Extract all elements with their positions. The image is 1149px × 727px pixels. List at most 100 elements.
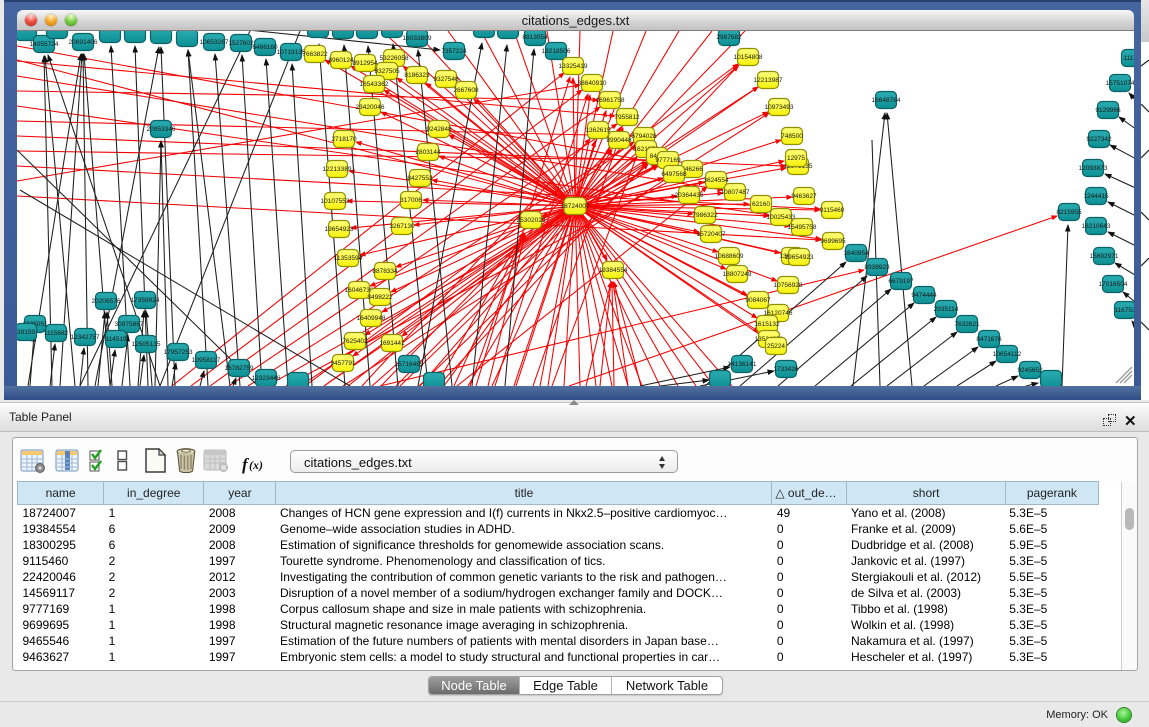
svg-text:8878334: 8878334	[372, 268, 398, 275]
svg-text:1691441: 1691441	[379, 340, 405, 347]
svg-text:9457791: 9457791	[330, 360, 356, 367]
svg-text:10756928: 10756928	[774, 282, 803, 289]
svg-text:10025433: 10025433	[767, 214, 796, 221]
svg-text:6497568: 6497568	[661, 171, 687, 178]
svg-text:12342757: 12342757	[71, 334, 100, 341]
svg-text:6794028: 6794028	[631, 133, 657, 140]
svg-text:3498222: 3498222	[367, 294, 393, 301]
svg-text:12975: 12975	[787, 155, 805, 162]
svg-text:14055724: 14055724	[30, 41, 59, 48]
svg-text:39159: 39159	[17, 329, 35, 336]
svg-text:10107553: 10107553	[321, 198, 350, 205]
svg-text:9227342: 9227342	[1086, 136, 1112, 143]
svg-text:1244415: 1244415	[1083, 193, 1109, 200]
svg-text:16782759: 16782759	[225, 365, 254, 372]
svg-text:14136141: 14136141	[728, 361, 757, 368]
svg-text:2718170: 2718170	[331, 136, 357, 143]
svg-text:8938923: 8938923	[864, 264, 890, 271]
svg-text:8427552: 8427552	[407, 175, 433, 182]
svg-text:1733426: 1733426	[773, 366, 799, 373]
svg-text:8990448: 8990448	[606, 137, 632, 144]
svg-text:116753: 116753	[1114, 307, 1134, 314]
svg-text:6679197: 6679197	[888, 278, 914, 285]
svg-text:62160: 62160	[752, 201, 770, 208]
svg-text:7625402: 7625402	[342, 338, 368, 345]
svg-text:10688609: 10688609	[715, 253, 744, 260]
svg-text:17016504: 17016504	[1099, 281, 1128, 288]
svg-text:12213389: 12213389	[323, 166, 352, 173]
svg-text:7663822: 7663822	[302, 51, 328, 58]
svg-text:7986322: 7986322	[692, 212, 718, 219]
svg-text:17957253: 17957253	[164, 349, 193, 356]
svg-text:1362615: 1362615	[585, 127, 611, 134]
svg-text:8912954: 8912954	[352, 60, 378, 67]
svg-text:15716485: 15716485	[395, 361, 424, 368]
svg-text:7632621: 7632621	[954, 321, 980, 328]
svg-text:20691406: 20691406	[69, 39, 98, 46]
svg-text:1115682: 1115682	[44, 330, 69, 337]
svg-text:9777169: 9777169	[655, 157, 681, 164]
svg-text:12213987: 12213987	[754, 77, 783, 84]
svg-text:7357224: 7357224	[441, 48, 467, 55]
svg-text:8813054: 8813054	[522, 34, 548, 41]
svg-text:9084067: 9084067	[745, 297, 771, 304]
svg-text:16543362: 16543362	[360, 81, 389, 88]
svg-text:9115460: 9115460	[820, 207, 845, 214]
svg-text:8471676: 8471676	[976, 336, 1002, 343]
svg-text:15692971: 15692971	[1090, 253, 1119, 260]
svg-text:15495758: 15495758	[788, 224, 817, 231]
svg-text:20206576: 20206576	[92, 298, 121, 305]
svg-text:114519: 114519	[105, 336, 127, 343]
svg-text:2935114: 2935114	[934, 306, 959, 313]
svg-text:8186323: 8186323	[404, 72, 430, 79]
svg-text:19654923: 19654923	[325, 226, 354, 233]
svg-text:2803144: 2803144	[415, 149, 441, 156]
svg-text:12323446: 12323446	[252, 375, 281, 382]
svg-text:16409948: 16409948	[357, 315, 386, 322]
svg-text:10154808: 10154808	[734, 54, 763, 61]
svg-text:10807487: 10807487	[721, 189, 750, 196]
svg-text:38640910: 38640910	[578, 80, 607, 87]
svg-text:19384554: 19384554	[599, 267, 628, 274]
svg-text:9699695: 9699695	[820, 238, 846, 245]
svg-text:1527602: 1527602	[228, 40, 254, 47]
svg-text:20953346: 20953346	[147, 126, 176, 133]
svg-text:15720407: 15720407	[697, 231, 726, 238]
svg-text:9463627: 9463627	[791, 193, 817, 200]
svg-text:25224: 25224	[767, 343, 785, 350]
svg-text:9129966: 9129966	[1095, 107, 1121, 114]
svg-text:2987682: 2987682	[716, 34, 742, 41]
svg-text:1640954: 1640954	[843, 250, 869, 257]
svg-text:(x): (x)	[249, 458, 263, 472]
svg-text:23420046: 23420046	[356, 104, 385, 111]
svg-text:10653267: 10653267	[200, 39, 229, 46]
svg-text:2667608: 2667608	[453, 87, 479, 94]
svg-text:10958117: 10958117	[192, 357, 221, 364]
svg-text:3624554: 3624554	[703, 177, 729, 184]
svg-text:13325419: 13325419	[559, 63, 588, 70]
svg-text:11175: 11175	[1123, 55, 1134, 62]
svg-text:17359924: 17359924	[131, 297, 160, 304]
svg-text:9327546: 9327546	[433, 76, 459, 83]
svg-text:9242848: 9242848	[426, 126, 452, 133]
svg-text:12505135: 12505135	[132, 341, 161, 348]
svg-text:19654923: 19654923	[785, 254, 814, 261]
svg-text:8960124: 8960124	[328, 57, 354, 64]
svg-text:9474444: 9474444	[911, 292, 937, 299]
svg-text:16033809: 16033809	[403, 35, 432, 42]
svg-text:16961758: 16961758	[596, 97, 625, 104]
svg-text:18807249: 18807249	[723, 271, 752, 278]
svg-text:9327505: 9327505	[374, 68, 400, 75]
svg-text:25302023: 25302023	[517, 217, 546, 224]
svg-text:748500: 748500	[781, 133, 803, 140]
svg-text:10654112: 10654112	[993, 351, 1022, 358]
svg-text:7955812: 7955812	[614, 114, 640, 121]
svg-text:53226058: 53226058	[380, 55, 409, 62]
svg-text:1615132: 1615132	[754, 321, 780, 328]
svg-text:30975867: 30975867	[115, 321, 144, 328]
svg-text:16210643: 16210643	[1082, 223, 1111, 230]
svg-text:10973493: 10973493	[765, 104, 794, 111]
svg-text:12093873: 12093873	[1079, 165, 1108, 172]
svg-text:8215955: 8215955	[1056, 209, 1082, 216]
svg-text:19218506: 19218506	[542, 48, 571, 55]
